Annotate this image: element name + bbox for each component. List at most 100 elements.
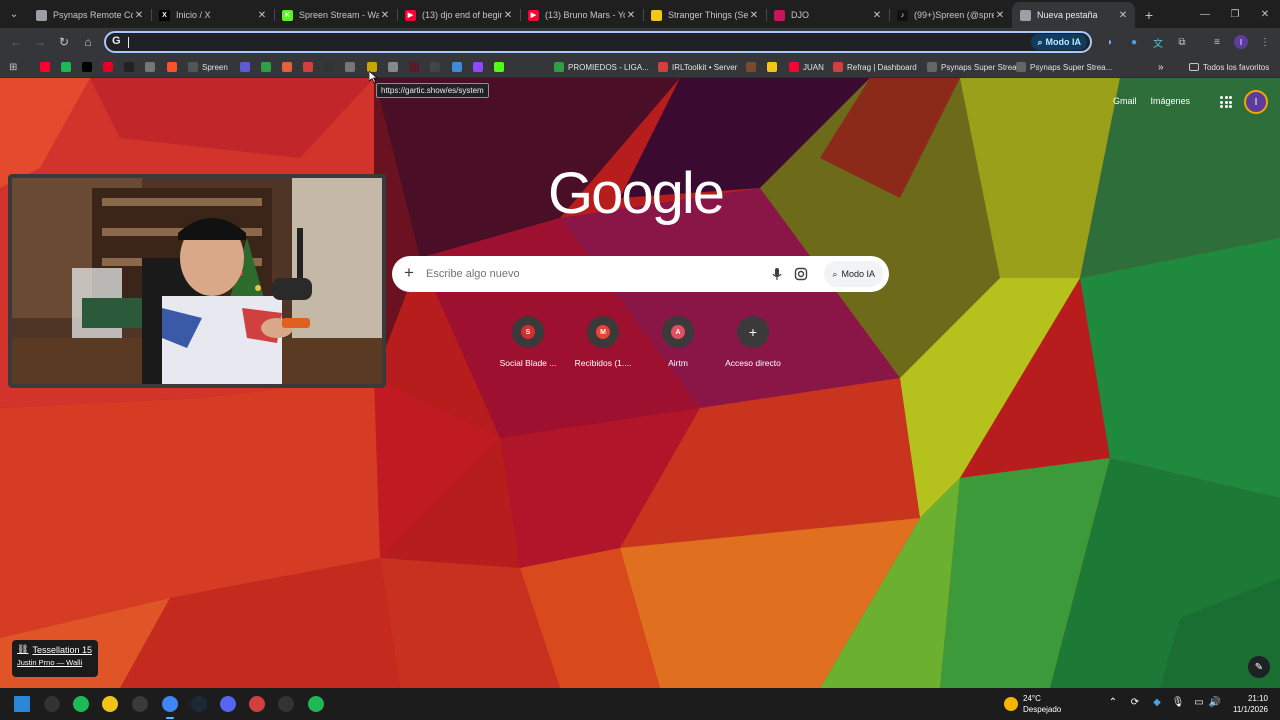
extension-audio-icon[interactable]: ◗ [1103,35,1117,49]
chrome-menu-icon[interactable]: ⋮ [1258,35,1272,49]
4k-video-icon[interactable] [132,696,148,712]
tab-4[interactable]: ▶ (13) Bruno Mars - You ✕ [520,2,643,28]
modo-ia-button[interactable]: ⌕ Modo IA [824,261,883,287]
apps-grid-icon[interactable]: ⊞ [9,61,17,73]
bookmark-13[interactable] [345,61,359,73]
bookmark-11[interactable] [303,61,317,73]
bookmark-8[interactable] [240,61,254,73]
minimize-button[interactable]: — [1190,0,1220,28]
extension-blue-circle-icon[interactable]: ● [1127,35,1141,49]
bookmark-4[interactable] [124,61,138,73]
bookmark-19[interactable] [473,61,487,73]
close-tab-icon[interactable]: ✕ [379,10,391,21]
close-window-button[interactable]: ✕ [1250,0,1280,28]
videoeditor-icon[interactable] [249,696,265,712]
bookmark-2[interactable] [82,61,96,73]
tab-8[interactable]: Nueva pestaña ✕ [1012,2,1135,28]
steam-icon[interactable] [191,696,207,712]
bookmark-3[interactable] [103,61,117,73]
bookmark-29[interactable]: Psynaps Super Strea... [927,61,1023,73]
bookmark-12[interactable] [324,61,338,73]
tab-0[interactable]: Psynaps Remote Cor ✕ [28,2,151,28]
meta-icon[interactable] [278,696,294,712]
bookmark-10[interactable] [282,61,296,73]
bookmark-23[interactable]: PROMIEDOS - LIGA... [554,61,649,73]
shortcut-tile[interactable]: + Acceso directo [715,316,791,368]
tray-overflow-icon[interactable]: ⌃ [1106,697,1120,708]
close-tab-icon[interactable]: ✕ [748,10,760,21]
close-tab-icon[interactable]: ✕ [625,10,637,21]
address-input[interactable] [132,34,1012,50]
back-button[interactable]: ← [8,34,24,50]
close-tab-icon[interactable]: ✕ [1117,10,1129,21]
close-tab-icon[interactable]: ✕ [994,10,1006,21]
windows-start-icon[interactable] [14,696,30,712]
chatgpt-icon[interactable] [44,696,60,712]
bookmark-24[interactable]: IRLToolkit • Server [658,61,737,73]
add-attachment-icon[interactable]: + [404,263,414,283]
bookmark-9[interactable] [261,61,275,73]
bookmark-1[interactable] [61,61,75,73]
weather-widget[interactable]: 24°C Despejado [1004,693,1061,715]
customize-pencil-icon[interactable]: ✎ [1248,656,1270,678]
google-account-avatar[interactable]: I [1244,90,1268,114]
mic-tray-icon[interactable]: 🎙 [1171,697,1185,708]
bookmark-18[interactable] [452,61,466,73]
tab-2[interactable]: K Spreen Stream - Wat ✕ [274,2,397,28]
new-tab-button[interactable]: + [1135,2,1163,28]
background-credit[interactable]: ⛓ Tessellation 15 Justin Prno — Walli [12,640,98,677]
bookmarks-overflow-button[interactable]: » [1158,61,1164,73]
discord-icon[interactable] [220,696,236,712]
volume-icon[interactable]: 🔊 [1208,697,1222,708]
maximize-button[interactable]: ❐ [1220,0,1250,28]
bookmark-20[interactable] [494,61,508,73]
bookmark-15[interactable] [388,61,402,73]
bookmark-17[interactable] [430,61,444,73]
tab-5[interactable]: Stranger Things (Seri ✕ [643,2,766,28]
reload-button[interactable]: ↻ [56,34,72,50]
bookmark-26[interactable] [767,61,781,73]
omnibox-modo-ia-button[interactable]: ⌕ Modo IA [1031,34,1087,50]
close-tab-icon[interactable]: ✕ [502,10,514,21]
search-box[interactable]: + ⌕ Modo IA [392,256,889,292]
bookmark-21[interactable] [516,61,530,73]
spotify-icon[interactable] [73,696,89,712]
defender-icon[interactable]: ◆ [1150,697,1164,708]
tab-3[interactable]: ▶ (13) djo end of begin ✕ [397,2,520,28]
tab-6[interactable]: DJO ✕ [766,2,889,28]
bookmark-30[interactable]: Psynaps Super Strea... [1016,61,1112,73]
shortcut-tile[interactable]: A Airtm [640,316,716,368]
images-link[interactable]: Imágenes [1150,96,1190,106]
tab-7[interactable]: ♪ (99+)Spreen (@spree ✕ [889,2,1012,28]
extension-translate-icon[interactable]: 文 [1151,35,1165,50]
forward-button[interactable]: → [32,34,48,50]
bookmark-6[interactable] [167,61,181,73]
media-controls-icon[interactable]: ≡ [1210,35,1224,49]
bookmark-5[interactable] [145,61,159,73]
shortcut-tile[interactable]: M Recibidos (1.... [565,316,641,368]
shortcut-tile[interactable]: S Social Blade ... [490,316,566,368]
system-clock[interactable]: 21:10 11/1/2026 [1233,693,1268,715]
close-tab-icon[interactable]: ✕ [256,10,268,21]
bookmark-22[interactable] [533,61,547,73]
file-explorer-icon[interactable] [102,696,118,712]
bookmark-7[interactable]: Spreen [188,61,228,73]
bookmark-27[interactable]: JUAN [789,61,824,73]
all-bookmarks-folder[interactable]: Todos los favoritos [1189,61,1269,73]
bookmark-0[interactable] [40,61,54,73]
gmail-link[interactable]: Gmail [1113,96,1137,106]
google-apps-icon[interactable] [1220,96,1232,108]
spotify-icon[interactable] [308,696,324,712]
address-bar[interactable]: G ⌕ Modo IA [104,31,1092,53]
tab-1[interactable]: X Inicio / X ✕ [151,2,274,28]
bookmark-25[interactable] [746,61,760,73]
chrome-icon[interactable] [162,696,178,712]
google-lens-icon[interactable] [794,267,808,281]
search-input[interactable] [426,265,756,283]
microphone-icon[interactable] [770,267,784,281]
profile-avatar[interactable]: I [1234,35,1248,49]
bookmark-28[interactable]: Refrag | Dashboard [833,61,917,73]
sync-icon[interactable]: ⟳ [1128,697,1142,708]
close-tab-icon[interactable]: ✕ [871,10,883,21]
close-tab-icon[interactable]: ✕ [133,10,145,21]
